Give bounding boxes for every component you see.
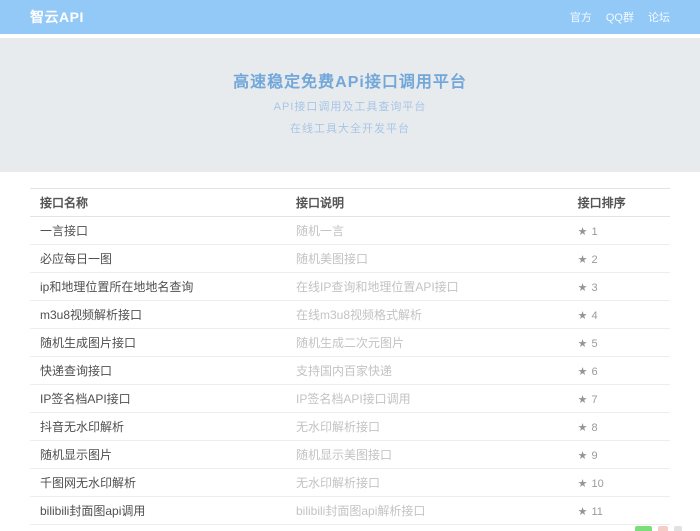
api-rank-cell: ★10: [568, 469, 670, 497]
star-icon: ★: [578, 226, 588, 238]
table-row[interactable]: bilibili封面图api调用 bilibili封面图api解析接口 ★11: [30, 497, 670, 525]
star-icon: ★: [578, 394, 588, 406]
table-row[interactable]: 随机显示图片 随机显示美图接口 ★9: [30, 441, 670, 469]
api-rank-cell: ★4: [568, 301, 670, 329]
api-description: IP签名档API接口调用: [286, 385, 568, 413]
stats-badge-green-icon[interactable]: [635, 526, 652, 531]
rank-number: 7: [591, 394, 597, 406]
api-description: 无水印解析接口: [286, 413, 568, 441]
column-header-desc: 接口说明: [286, 189, 568, 217]
star-icon: ★: [578, 254, 588, 266]
api-description: 无水印解析接口: [286, 469, 568, 497]
table-row[interactable]: ip和地理位置所在地地名查询 在线IP查询和地理位置API接口 ★3: [30, 273, 670, 301]
api-name-link[interactable]: m3u8视频解析接口: [30, 301, 286, 329]
rank-number: 8: [591, 422, 597, 434]
hero-title: 高速稳定免费APi接口调用平台: [0, 68, 700, 92]
rank-number: 10: [591, 478, 603, 490]
table-row[interactable]: 快递查询接口 支持国内百家快递 ★6: [30, 357, 670, 385]
api-rank-cell: ★1: [568, 217, 670, 245]
api-description: 随机生成二次元图片: [286, 329, 568, 357]
star-icon: ★: [578, 310, 588, 322]
api-name-link[interactable]: IP签名档API接口: [30, 385, 286, 413]
api-name-link[interactable]: 千图网无水印解析: [30, 469, 286, 497]
table-row[interactable]: m3u8视频解析接口 在线m3u8视频格式解析 ★4: [30, 301, 670, 329]
api-name-link[interactable]: 抖音无水印解析: [30, 413, 286, 441]
api-description: bilibili封面图api解析接口: [286, 497, 568, 525]
api-table: 接口名称 接口说明 接口排序 一言接口 随机一言 ★1 必应每日一图 随机美图接…: [30, 188, 670, 525]
api-rank-cell: ★2: [568, 245, 670, 273]
api-rank-cell: ★8: [568, 413, 670, 441]
api-description: 随机一言: [286, 217, 568, 245]
table-row[interactable]: 一言接口 随机一言 ★1: [30, 217, 670, 245]
table-row[interactable]: 随机生成图片接口 随机生成二次元图片 ★5: [30, 329, 670, 357]
hero-banner: 高速稳定免费APi接口调用平台 API接口调用及工具查询平台 在线工具大全开发平…: [0, 38, 700, 172]
api-description: 在线m3u8视频格式解析: [286, 301, 568, 329]
header-nav: 官方 QQ群 论坛: [570, 9, 670, 25]
api-description: 随机显示美图接口: [286, 441, 568, 469]
rank-number: 2: [591, 254, 597, 266]
api-description: 在线IP查询和地理位置API接口: [286, 273, 568, 301]
api-name-link[interactable]: 随机生成图片接口: [30, 329, 286, 357]
api-rank-cell: ★5: [568, 329, 670, 357]
star-icon: ★: [578, 282, 588, 294]
star-icon: ★: [578, 478, 588, 490]
nav-item-forum[interactable]: 论坛: [648, 9, 670, 25]
column-header-rank: 接口排序: [568, 189, 670, 217]
rank-number: 11: [591, 506, 602, 518]
rank-number: 1: [591, 226, 597, 238]
column-header-name: 接口名称: [30, 189, 286, 217]
table-header-row: 接口名称 接口说明 接口排序: [30, 189, 670, 217]
rank-number: 6: [591, 366, 597, 378]
api-name-link[interactable]: 一言接口: [30, 217, 286, 245]
hero-subtitle-2: 在线工具大全开发平台: [0, 120, 700, 136]
api-rank-cell: ★7: [568, 385, 670, 413]
api-name-link[interactable]: ip和地理位置所在地地名查询: [30, 273, 286, 301]
api-name-link[interactable]: 必应每日一图: [30, 245, 286, 273]
table-row[interactable]: IP签名档API接口 IP签名档API接口调用 ★7: [30, 385, 670, 413]
api-name-link[interactable]: 快递查询接口: [30, 357, 286, 385]
api-description: 支持国内百家快递: [286, 357, 568, 385]
star-icon: ★: [578, 422, 588, 434]
top-navbar: 智云API 官方 QQ群 论坛: [0, 0, 700, 34]
rank-number: 9: [591, 450, 597, 462]
table-row[interactable]: 抖音无水印解析 无水印解析接口 ★8: [30, 413, 670, 441]
hero-subtitle-1: API接口调用及工具查询平台: [0, 98, 700, 114]
api-rank-cell: ★6: [568, 357, 670, 385]
rank-number: 4: [591, 310, 597, 322]
star-icon: ★: [578, 338, 588, 350]
table-row[interactable]: 千图网无水印解析 无水印解析接口 ★10: [30, 469, 670, 497]
nav-item-official[interactable]: 官方: [570, 9, 592, 25]
table-row[interactable]: 必应每日一图 随机美图接口 ★2: [30, 245, 670, 273]
api-rank-cell: ★3: [568, 273, 670, 301]
api-rank-cell: ★11: [568, 497, 670, 525]
nav-item-qq-group[interactable]: QQ群: [606, 9, 634, 25]
api-list-section: 接口名称 接口说明 接口排序 一言接口 随机一言 ★1 必应每日一图 随机美图接…: [30, 188, 670, 525]
api-name-link[interactable]: bilibili封面图api调用: [30, 497, 286, 525]
stats-badge-pink-icon[interactable]: [658, 526, 668, 531]
api-rank-cell: ★9: [568, 441, 670, 469]
star-icon: ★: [578, 450, 588, 462]
stats-widget[interactable]: [635, 526, 682, 531]
api-description: 随机美图接口: [286, 245, 568, 273]
site-logo[interactable]: 智云API: [30, 7, 84, 27]
stats-badge-gray-icon[interactable]: [674, 526, 682, 531]
api-name-link[interactable]: 随机显示图片: [30, 441, 286, 469]
star-icon: ★: [578, 366, 588, 378]
rank-number: 3: [591, 282, 597, 294]
rank-number: 5: [591, 338, 597, 350]
star-icon: ★: [578, 506, 588, 518]
